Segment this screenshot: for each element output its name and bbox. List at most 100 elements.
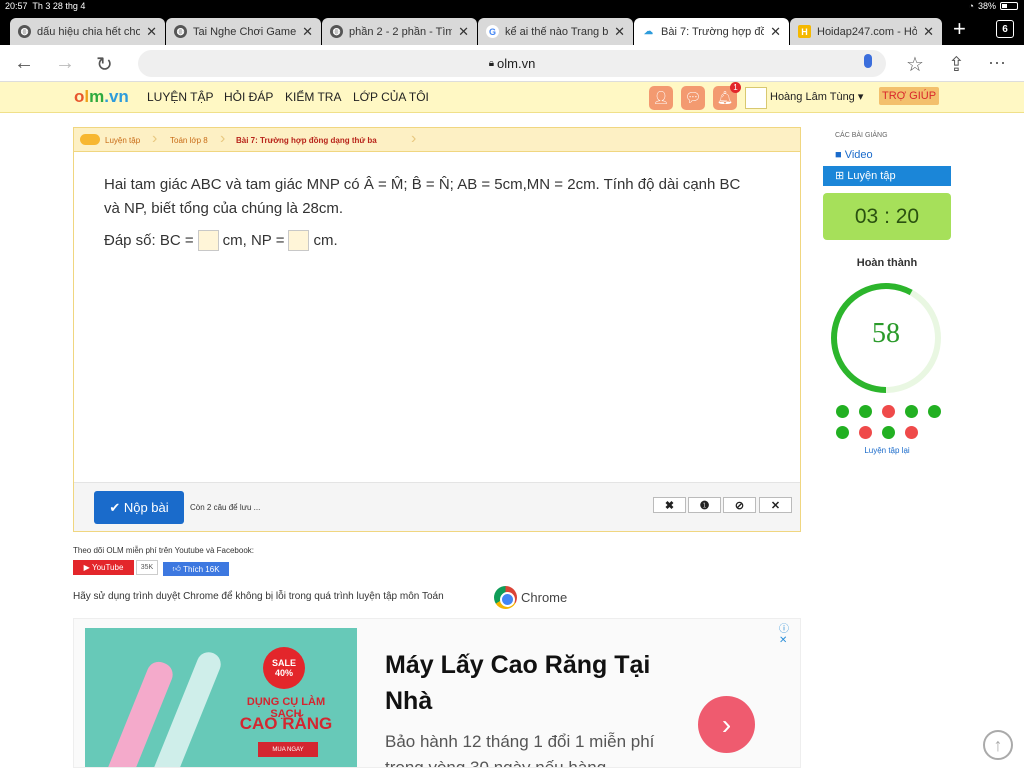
- exercise-panel: Luyện tập › Toán lớp 8 › Bài 7: Trường h…: [73, 127, 801, 532]
- ad-buy-button[interactable]: MUA NGAY: [258, 742, 318, 757]
- chevron-right-icon: ›: [220, 130, 226, 147]
- youtube-icon: ▶: [83, 563, 90, 572]
- chrome-label: Chrome: [521, 590, 568, 605]
- scroll-top-icon[interactable]: ↑: [983, 730, 1013, 760]
- answer-input-bc[interactable]: [197, 230, 219, 251]
- site-header: olm.vn LUYỆN TẬP HỎI ĐÁP KIỂM TRA LỚP CỦ…: [0, 82, 1024, 113]
- close-tab-icon[interactable]: ✕: [302, 24, 313, 40]
- user-icon[interactable]: 👤︎: [649, 86, 673, 110]
- nav-test[interactable]: KIỂM TRA: [285, 90, 341, 104]
- sidebar-item-practice[interactable]: ⊞ Luyện tập: [823, 166, 951, 186]
- answer-line: Đáp số: BC = cm, NP = cm.: [104, 230, 338, 251]
- ad-title[interactable]: Máy Lấy Cao Răng Tại Nhà: [385, 647, 685, 719]
- completion-label: Hoàn thành: [856, 257, 918, 269]
- thumbs-up-icon: 👍︎: [172, 564, 181, 573]
- result-dot-wrong[interactable]: [882, 405, 895, 418]
- ad-description: Bảo hành 12 tháng 1 đổi 1 miễn phí trong…: [385, 732, 655, 768]
- globe-icon: ◍: [18, 25, 31, 38]
- help-button[interactable]: TRỢ GIÚP: [879, 87, 940, 105]
- google-icon: G: [486, 25, 499, 38]
- close-tab-icon[interactable]: ✕: [458, 24, 469, 40]
- panel-footer: ✔ Nộp bài Còn 2 câu để lưu ... ✖ ❶ ⊘ ✕: [74, 482, 800, 531]
- info-icon[interactable]: ❶: [688, 497, 721, 513]
- practice-icon: ⊞: [835, 170, 845, 182]
- h-icon: H: [798, 25, 811, 38]
- follow-text: Theo dõi OLM miễn phí trên Youtube và Fa…: [73, 546, 255, 555]
- browser-tab-active[interactable]: ☁ Bài 7: Trường hợp đồng ✕: [634, 18, 789, 45]
- ad-headline: CAO RĂNG: [239, 714, 333, 733]
- tab-count-button[interactable]: 6: [996, 20, 1014, 38]
- breadcrumb-lesson: Bài 7: Trường hợp đồng dạng thứ ba: [236, 136, 377, 145]
- bookmark-star-icon[interactable]: ☆: [906, 52, 924, 77]
- status-bar: 20:57 Th 3 28 thg 4 ◔ 38%: [0, 0, 1024, 13]
- chevron-right-icon: ›: [152, 130, 158, 147]
- block-icon[interactable]: ⊘: [723, 497, 756, 513]
- cloud-icon: [80, 134, 100, 145]
- youtube-button[interactable]: ▶ YouTube: [73, 560, 134, 575]
- result-dot-correct[interactable]: [859, 405, 872, 418]
- close-tab-icon[interactable]: ✕: [614, 24, 625, 40]
- olm-logo[interactable]: olm.vn: [74, 87, 129, 107]
- result-dot-wrong[interactable]: [859, 426, 872, 439]
- nav-qa[interactable]: HỎI ĐÁP: [224, 90, 273, 104]
- url-text: olm.vn: [497, 56, 536, 71]
- chrome-recommendation: Hãy sử dụng trình duyệt Chrome để không …: [73, 591, 444, 602]
- retry-link[interactable]: Luyện tập lại: [823, 446, 951, 455]
- close-tab-icon[interactable]: ✕: [923, 24, 934, 40]
- chat-icon[interactable]: 💬︎: [681, 86, 705, 110]
- browser-tab[interactable]: G kể ai thế nào Trang bà ✕: [478, 18, 633, 45]
- result-dot-wrong[interactable]: [905, 426, 918, 439]
- more-menu-icon[interactable]: ···: [988, 52, 1006, 73]
- back-arrow-icon[interactable]: ←: [14, 52, 34, 75]
- breadcrumb-practice[interactable]: Luyện tập: [105, 136, 140, 145]
- lessons-title: CÁC BÀI GIẢNG: [835, 132, 888, 139]
- ad-image[interactable]: SALE 40% DỤNG CỤ LÀM SẠCH CAO RĂNG MUA NG…: [85, 628, 357, 767]
- nav-my-class[interactable]: LỚP CỦA TÔI: [353, 90, 429, 104]
- browser-toolbar: ← → ↻ 🔒︎ olm.vn ☆ ⇪ ···: [0, 45, 1024, 82]
- avatar[interactable]: [745, 87, 767, 109]
- submit-button[interactable]: ✔ Nộp bài: [94, 491, 184, 524]
- notification-badge: 1: [730, 82, 741, 93]
- chrome-icon: [494, 586, 517, 609]
- result-dot-correct[interactable]: [905, 405, 918, 418]
- result-dot-correct[interactable]: [882, 426, 895, 439]
- remaining-text: Còn 2 câu để lưu ...: [190, 503, 261, 512]
- result-dot-correct[interactable]: [836, 405, 849, 418]
- globe-icon: ◍: [330, 25, 343, 38]
- close-tab-icon[interactable]: ✕: [770, 24, 781, 40]
- reload-icon[interactable]: ↻: [96, 52, 113, 77]
- close-icon[interactable]: ✕: [759, 497, 792, 513]
- sidebar-item-video[interactable]: ■ Video: [835, 149, 873, 161]
- result-dot-correct[interactable]: [928, 405, 941, 418]
- microphone-icon[interactable]: [864, 54, 872, 68]
- result-dot-correct[interactable]: [836, 426, 849, 439]
- new-tab-icon[interactable]: +: [953, 18, 966, 40]
- facebook-like-button[interactable]: 👍︎ Thích 16K: [163, 562, 229, 576]
- answer-input-np[interactable]: [288, 230, 310, 251]
- clear-icon[interactable]: ✖: [653, 497, 686, 513]
- battery-icon: [1000, 2, 1018, 10]
- chevron-right-icon[interactable]: ›: [698, 696, 755, 753]
- nav-practice[interactable]: LUYỆN TẬP: [147, 90, 213, 104]
- adchoices-icon[interactable]: ⓘ ✕: [779, 620, 800, 646]
- breadcrumb: Luyện tập › Toán lớp 8 › Bài 7: Trường h…: [74, 128, 800, 152]
- address-bar[interactable]: 🔒︎ olm.vn: [138, 50, 886, 77]
- question-text: Hai tam giác ABC và tam giác MNP có Â = …: [104, 176, 741, 217]
- browser-tab[interactable]: ◍ dấu hiệu chia hết cho ✕: [10, 18, 165, 45]
- countdown-timer: 03 : 20: [823, 193, 951, 240]
- sale-badge: SALE 40%: [263, 647, 305, 689]
- video-camera-icon: ■: [835, 149, 842, 161]
- youtube-count: 35K: [136, 560, 158, 575]
- wifi-icon: ◔: [968, 1, 974, 11]
- user-menu[interactable]: Hoàng Lâm Tùng ▾: [770, 90, 863, 103]
- browser-tab[interactable]: ◍ Tai Nghe Chơi Game ✕: [166, 18, 321, 45]
- browser-tab[interactable]: ◍ phần 2 - 2 phần - Tìm ✕: [322, 18, 477, 45]
- breadcrumb-grade[interactable]: Toán lớp 8: [170, 136, 208, 145]
- battery-percent: 38%: [977, 1, 996, 11]
- advertisement[interactable]: SALE 40% DỤNG CỤ LÀM SẠCH CAO RĂNG MUA NG…: [73, 618, 801, 768]
- close-tab-icon[interactable]: ✕: [146, 24, 157, 40]
- share-icon[interactable]: ⇪: [948, 52, 965, 77]
- forward-arrow-icon[interactable]: →: [55, 52, 75, 75]
- browser-tab[interactable]: H Hoidap247.com - Hỏi ✕: [790, 18, 942, 45]
- status-time-date: 20:57 Th 3 28 thg 4: [5, 1, 86, 11]
